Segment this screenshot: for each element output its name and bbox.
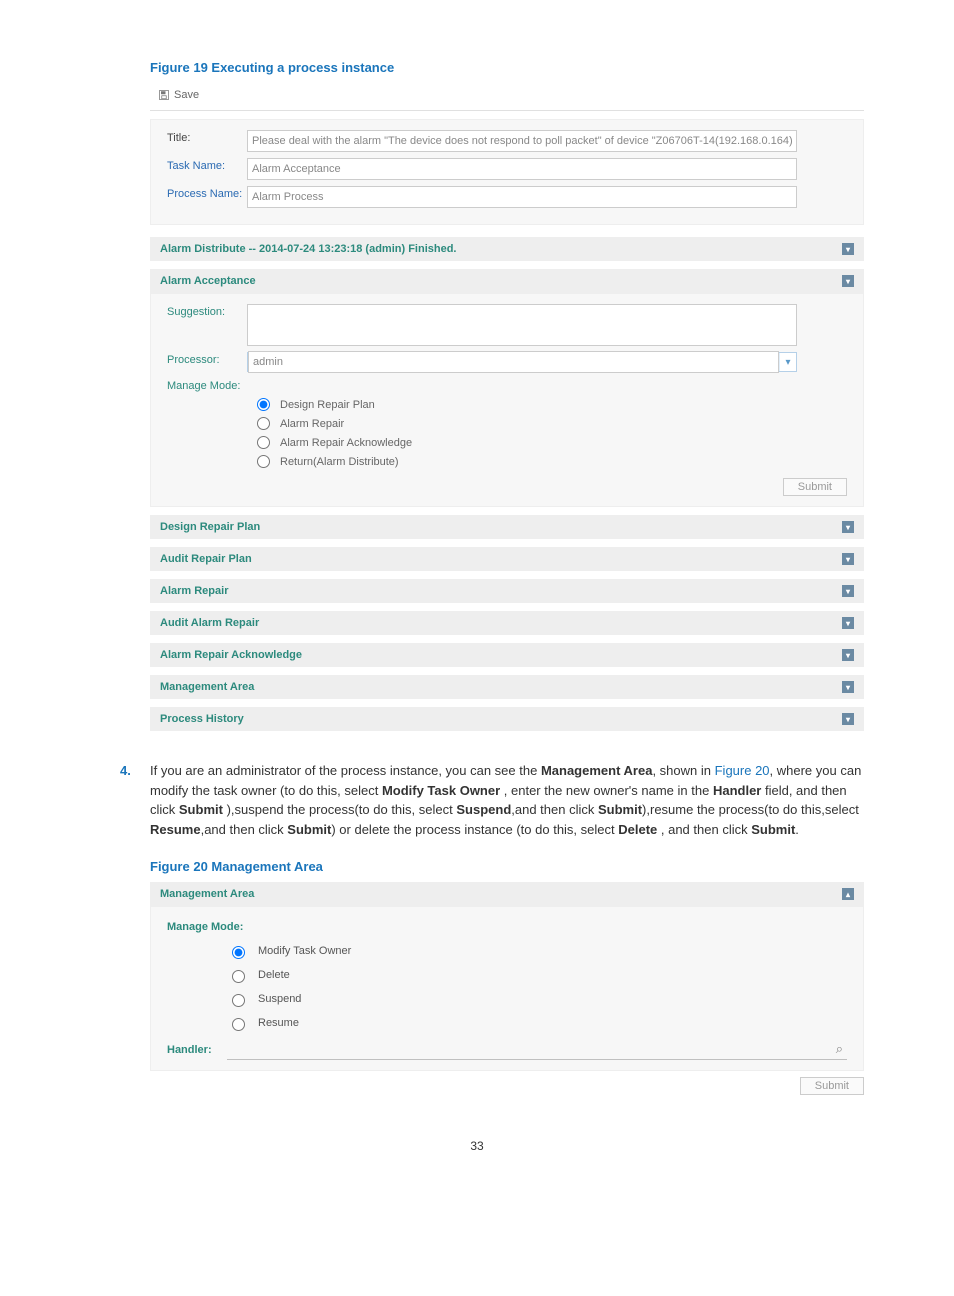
suggestion-label: Suggestion:: [167, 304, 247, 318]
manage-mode-label: Manage Mode:: [167, 378, 247, 392]
panel-alarm-distribute: Alarm Distribute -- 2014-07-24 13:23:18 …: [150, 237, 864, 261]
step-4-text: 4. If you are an administrator of the pr…: [150, 761, 864, 839]
panel-title: Design Repair Plan: [160, 521, 260, 533]
radio-delete[interactable]: [232, 970, 245, 983]
handler-input[interactable]: [231, 1042, 836, 1056]
chevron-down-icon[interactable]: ▾: [842, 243, 854, 255]
radio-suspend[interactable]: [232, 994, 245, 1007]
panel-process-history: Process History ▾: [150, 707, 864, 731]
process-name-label: Process Name:: [167, 186, 247, 200]
title-input[interactable]: [247, 130, 797, 152]
radio-label: Delete: [258, 969, 290, 981]
submit-button[interactable]: Submit: [783, 478, 847, 496]
panel-title: Alarm Repair: [160, 585, 228, 597]
radio-label: Design Repair Plan: [280, 399, 375, 411]
radio-label: Return(Alarm Distribute): [280, 456, 399, 468]
panel-title: Management Area: [160, 888, 254, 900]
radio-label: Resume: [258, 1017, 299, 1029]
alarm-acceptance-body: Suggestion: Processor: ▾ Manage Mode: De…: [150, 293, 864, 507]
save-icon: [158, 89, 170, 101]
panel-audit-repair-plan: Audit Repair Plan ▾: [150, 547, 864, 571]
chevron-down-icon[interactable]: ▾: [842, 713, 854, 725]
save-button[interactable]: Save: [158, 89, 199, 101]
radio-label: Alarm Repair: [280, 418, 344, 430]
management-area-header: Management Area ▴: [150, 882, 864, 906]
radio-return[interactable]: [257, 455, 270, 468]
figure-20-screenshot: Management Area ▴ Manage Mode: Modify Ta…: [150, 882, 864, 1095]
chevron-down-icon[interactable]: ▾: [842, 617, 854, 629]
chevron-down-icon[interactable]: ▾: [842, 275, 854, 287]
panel-title: Alarm Acceptance: [160, 275, 256, 287]
chevron-down-icon[interactable]: ▾: [842, 649, 854, 661]
panel-title: Management Area: [160, 681, 254, 693]
page-number: 33: [90, 1139, 864, 1153]
panel-title: Audit Alarm Repair: [160, 617, 259, 629]
panel-design-repair-plan: Design Repair Plan ▾: [150, 515, 864, 539]
panel-title: Audit Repair Plan: [160, 553, 252, 565]
save-label: Save: [174, 89, 199, 101]
manage-mode-label: Manage Mode:: [167, 921, 847, 933]
suggestion-textarea[interactable]: [247, 304, 797, 346]
figure-20-caption: Figure 20 Management Area: [150, 859, 864, 874]
radio-label: Modify Task Owner: [258, 945, 351, 957]
radio-label: Alarm Repair Acknowledge: [280, 437, 412, 449]
panel-management-area: Management Area ▾: [150, 675, 864, 699]
chevron-down-icon[interactable]: ▾: [842, 521, 854, 533]
search-icon[interactable]: ⌕: [836, 1041, 843, 1057]
management-area-body: Manage Mode: Modify Task Owner Delete Su…: [150, 906, 864, 1071]
figure-19-screenshot: Save Title: Task Name: Process Name:: [150, 83, 864, 731]
panel-alarm-acceptance: Alarm Acceptance ▾: [150, 269, 864, 293]
chevron-down-icon[interactable]: ▾: [842, 553, 854, 565]
step-number: 4.: [120, 761, 131, 781]
radio-alarm-repair[interactable]: [257, 417, 270, 430]
processor-label: Processor:: [167, 352, 247, 366]
handler-label: Handler:: [167, 1044, 227, 1056]
chevron-up-icon[interactable]: ▴: [842, 888, 854, 900]
radio-design-repair-plan[interactable]: [257, 398, 270, 411]
radio-modify-task-owner[interactable]: [232, 946, 245, 959]
chevron-down-icon[interactable]: ▾: [842, 585, 854, 597]
handler-row: Handler: ⌕: [167, 1039, 847, 1060]
manage-mode-radios: Modify Task Owner Delete Suspend Resume: [227, 943, 847, 1031]
panel-title: Alarm Distribute -- 2014-07-24 13:23:18 …: [160, 243, 456, 255]
toolbar: Save: [150, 83, 864, 111]
panel-alarm-repair-ack: Alarm Repair Acknowledge ▾: [150, 643, 864, 667]
task-name-label: Task Name:: [167, 158, 247, 172]
task-name-input[interactable]: [247, 158, 797, 180]
chevron-down-icon[interactable]: ▾: [779, 353, 796, 371]
radio-resume[interactable]: [232, 1018, 245, 1031]
panel-alarm-repair: Alarm Repair ▾: [150, 579, 864, 603]
submit-button[interactable]: Submit: [800, 1077, 864, 1095]
panel-title: Alarm Repair Acknowledge: [160, 649, 302, 661]
title-label: Title:: [167, 130, 247, 144]
radio-label: Suspend: [258, 993, 301, 1005]
processor-select[interactable]: [248, 351, 779, 373]
panel-audit-alarm-repair: Audit Alarm Repair ▾: [150, 611, 864, 635]
figure-19-caption: Figure 19 Executing a process instance: [150, 60, 864, 75]
panel-title: Process History: [160, 713, 244, 725]
manage-mode-radios: Design Repair Plan Alarm Repair Alarm Re…: [257, 398, 847, 468]
radio-alarm-repair-ack[interactable]: [257, 436, 270, 449]
figure-20-link[interactable]: Figure 20: [715, 763, 770, 778]
chevron-down-icon[interactable]: ▾: [842, 681, 854, 693]
process-name-input[interactable]: [247, 186, 797, 208]
